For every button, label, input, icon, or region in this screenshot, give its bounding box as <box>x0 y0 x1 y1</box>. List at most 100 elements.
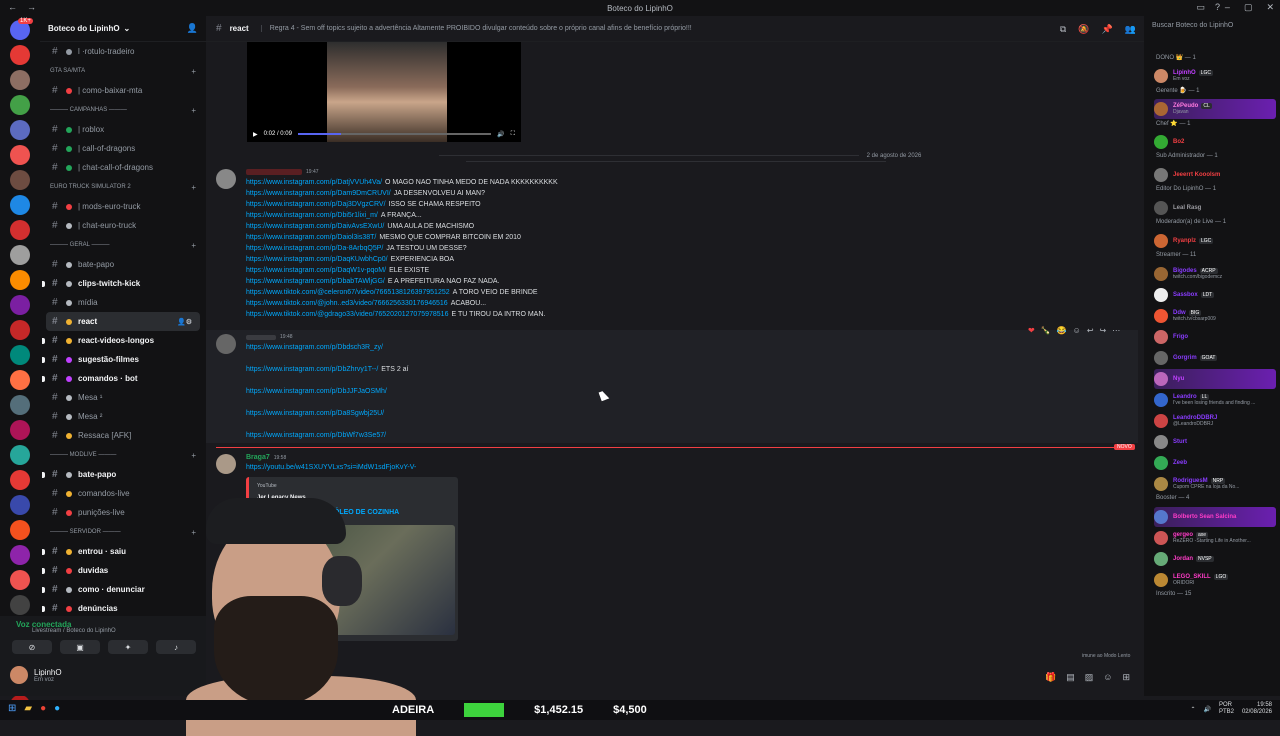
server-icon[interactable] <box>10 295 30 315</box>
add-channel-icon[interactable]: + <box>191 67 196 76</box>
channel-item[interactable]: # comandos-live <box>40 484 206 503</box>
member-item[interactable]: Bigodes ACRP twitch.com/bigodemcz <box>1154 264 1276 284</box>
channel-item[interactable]: # react 👤⚙ <box>46 312 200 331</box>
volume-icon[interactable]: 🔊 <box>1203 706 1210 713</box>
back-icon[interactable]: ← <box>8 2 17 12</box>
member-item[interactable]: LeandroDDBRJ @LeandroDDBRJ <box>1154 411 1276 431</box>
heart-reaction-icon[interactable]: ❤ <box>1028 326 1035 335</box>
message-link[interactable]: https://www.instagram.com/p/Daiol3is38T/ <box>246 234 376 241</box>
forward-icon[interactable]: → <box>27 2 36 12</box>
add-channel-icon[interactable]: + <box>191 183 196 192</box>
add-reaction-icon[interactable]: ☺ <box>1073 326 1081 335</box>
channel-item[interactable]: # | como-baixar-mta <box>40 81 206 100</box>
member-item[interactable]: Frigo <box>1154 327 1276 347</box>
channel-item[interactable]: # sugestão-filmes <box>40 350 206 369</box>
server-icon[interactable] <box>10 470 30 490</box>
more-icon[interactable]: ⋯ <box>1112 326 1120 335</box>
maximize-icon[interactable]: ▢ <box>1244 2 1253 13</box>
gif-icon[interactable]: ▤ <box>1066 672 1075 683</box>
channel-item[interactable]: # | chat-euro-truck <box>40 216 206 235</box>
channel-item[interactable]: # clips-twitch-kick <box>40 274 206 293</box>
message-link[interactable]: https://www.instagram.com/p/Da8Sgwbj25U/ <box>246 410 384 417</box>
author-name[interactable] <box>246 334 276 340</box>
channel-item[interactable]: # react-videos-longos <box>40 331 206 350</box>
author-name[interactable]: Braga7 <box>246 454 270 461</box>
member-item[interactable]: Bolberto Sean Salcina <box>1154 507 1276 527</box>
message-link[interactable]: https://www.instagram.com/p/Dbi5r1lixi_m… <box>246 212 378 219</box>
inbox-icon[interactable]: ▭ <box>1196 2 1205 13</box>
threads-icon[interactable]: ⧉ <box>1060 24 1066 35</box>
channel-item[interactable]: # | roblox <box>40 120 206 139</box>
channel-item[interactable]: # bate-papo <box>40 255 206 274</box>
message-link[interactable]: https://www.tiktok.com/@john..ed3/video/… <box>246 300 448 307</box>
member-item[interactable]: ZéPeudo CL Djavan <box>1154 99 1276 119</box>
mute-icon[interactable]: 🔕 <box>1078 24 1089 35</box>
member-item[interactable]: Nyu <box>1154 369 1276 389</box>
message-link[interactable]: https://www.instagram.com/p/Da-8ArbqQ5P/ <box>246 245 383 252</box>
camera-off-icon[interactable]: ⊘ <box>12 640 52 654</box>
channel-category[interactable]: Euro Truck Simulator 2 + <box>40 177 206 197</box>
channel-item[interactable]: # punições-live <box>40 503 206 522</box>
message-link[interactable]: https://www.instagram.com/p/DatjVVUh4Va/ <box>246 179 382 186</box>
server-icon[interactable] <box>10 70 30 90</box>
reply-icon[interactable]: ↩ <box>1087 326 1094 335</box>
server-icon[interactable] <box>10 245 30 265</box>
member-item[interactable]: Leal Rasg <box>1154 198 1276 218</box>
activities-icon[interactable]: ✦ <box>108 640 148 654</box>
channel-item[interactable]: # Ressaca [AFK] <box>40 426 206 445</box>
channel-item[interactable]: # | mods-euro-truck <box>40 197 206 216</box>
video-seekbar[interactable] <box>297 133 492 135</box>
channel-item[interactable]: # mídia <box>40 293 206 312</box>
member-item[interactable]: Jeeerrt Kooolsm <box>1154 165 1276 185</box>
message-link[interactable]: https://www.instagram.com/p/DaqW1v-pqoM/ <box>246 267 386 274</box>
member-item[interactable]: Sturt <box>1154 432 1276 452</box>
member-item[interactable]: Ddw BIG twitch.tv/cbsarp009 <box>1154 306 1276 326</box>
member-item[interactable]: Leandro LL I've been losing friends and fi… <box>1154 390 1276 410</box>
guild-header[interactable]: Boteco do LipinhO ⌄ 👤 <box>40 16 206 42</box>
channel-item[interactable]: # Mesa ² <box>40 407 206 426</box>
server-icon[interactable] <box>10 195 30 215</box>
server-icon[interactable] <box>10 420 30 440</box>
channel-item[interactable]: # | chat-call-of-dragons <box>40 158 206 177</box>
member-item[interactable]: LipinhO LGC Em voz <box>1154 66 1276 86</box>
message-link[interactable]: https://www.instagram.com/p/Daj3DVgzCRV/ <box>246 201 386 208</box>
sticker-icon[interactable]: ▨ <box>1085 672 1094 683</box>
channel-item[interactable]: # l ·rotulo-tradeiro <box>40 42 206 61</box>
server-icon[interactable] <box>10 595 30 615</box>
close-icon[interactable]: ✕ <box>1266 2 1274 13</box>
forward-icon[interactable]: ↪ <box>1100 326 1107 335</box>
help-icon[interactable]: ? <box>1215 2 1220 13</box>
message-link[interactable]: https://www.instagram.com/p/DbabTAWljGG/ <box>246 278 385 285</box>
server-icon[interactable] <box>10 345 30 365</box>
language-indicator[interactable]: POR PTB2 <box>1219 702 1234 716</box>
clock[interactable]: 19:58 02/08/2026 <box>1242 702 1272 716</box>
message-link[interactable]: https://www.instagram.com/p/DbZhrvy1T--/ <box>246 366 378 373</box>
pin-icon[interactable]: 📌 <box>1102 24 1113 35</box>
message-link[interactable]: https://www.instagram.com/p/DaivAvsEXwU/ <box>246 223 384 230</box>
windows-start-icon[interactable]: ⊞ <box>8 703 16 714</box>
volume-icon[interactable]: 🔊 <box>497 131 504 138</box>
add-user-icon[interactable]: 👤 <box>187 23 198 34</box>
server-icon[interactable] <box>10 220 30 240</box>
message-link[interactable]: https://www.instagram.com/p/DaqKUwbhCp0/ <box>246 256 388 263</box>
play-icon[interactable]: ▶ <box>253 131 258 138</box>
channel-category[interactable]: ——— MODLIVE ——— + <box>40 445 206 465</box>
current-user[interactable]: LipinhO Em voz <box>10 666 62 684</box>
server-icon[interactable] <box>10 370 30 390</box>
channel-category[interactable]: ——— SERVIDOR ——— + <box>40 522 206 542</box>
channel-item[interactable]: # Mesa ¹ <box>40 388 206 407</box>
channel-settings-icon[interactable]: 👤⚙ <box>177 318 192 326</box>
gift-icon[interactable]: 🎁 <box>1045 672 1056 683</box>
member-item[interactable]: Bo2 <box>1154 132 1276 152</box>
channel-item[interactable]: # denúncias <box>40 599 206 616</box>
channel-category[interactable]: ——— GERAL ——— + <box>40 235 206 255</box>
server-icon[interactable] <box>10 170 30 190</box>
laugh-reaction-icon[interactable]: 😂 <box>1057 326 1067 335</box>
youtube-link[interactable]: https://youtu.be/w41SXUYVLxs?si=iMdW1sdF… <box>246 464 416 471</box>
video-player[interactable]: ▶ 0:02 / 0:09 🔊 ⛶ <box>247 42 521 142</box>
server-icon[interactable] <box>10 95 30 115</box>
member-item[interactable]: Gorgrim GOAT <box>1154 348 1276 368</box>
apps-icon[interactable]: ⊞ <box>1122 672 1130 683</box>
channel-category[interactable]: ——— CAMPANHAS ——— + <box>40 100 206 120</box>
tray-chevron-icon[interactable]: ⌃ <box>1190 706 1195 713</box>
